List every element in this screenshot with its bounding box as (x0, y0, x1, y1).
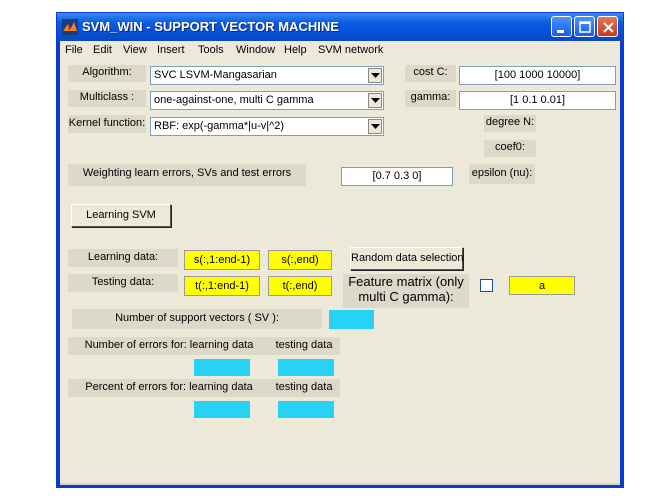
support-vectors-label: Number of support vectors ( SV ): (72, 309, 322, 329)
feature-matrix-input[interactable]: a (509, 276, 575, 295)
percent-errors-label: Percent of errors for: learning data (68, 379, 270, 397)
learning-data-label: Learning data: (68, 249, 178, 267)
chevron-down-icon[interactable] (368, 93, 382, 108)
degree-label: degree N: (484, 115, 536, 132)
testing-y-input[interactable]: t(:,end) (268, 276, 332, 296)
coef0-label: coef0: (484, 140, 536, 157)
cost-input[interactable]: [100 1000 10000] (459, 66, 616, 85)
learning-x-input[interactable]: s(:,1:end-1) (184, 250, 260, 270)
errors-testing-label: testing data (268, 337, 340, 355)
algorithm-value: SVC LSVM-Mangasarian (154, 69, 277, 81)
multiclass-label: Multiclass : (68, 90, 146, 107)
menu-tools[interactable]: Tools (198, 41, 224, 59)
chevron-down-icon[interactable] (368, 68, 382, 83)
percent-learning-value (194, 401, 250, 418)
matlab-logo-icon (62, 19, 78, 35)
kernel-select[interactable]: RBF: exp(-gamma*|u-v|^2) (150, 117, 384, 136)
errors-label: Number of errors for: learning data (68, 337, 270, 355)
window-title: SVM_WIN - SUPPORT VECTOR MACHINE (82, 19, 339, 34)
panel-bottom-edge (60, 483, 620, 485)
maximize-button[interactable] (574, 16, 595, 37)
multiclass-select[interactable]: one-against-one, multi C gamma (150, 91, 384, 110)
menu-view[interactable]: View (123, 41, 147, 59)
support-vectors-value (329, 310, 374, 329)
weighting-label: Weighting learn errors, SVs and test err… (68, 164, 306, 186)
menu-edit[interactable]: Edit (93, 41, 112, 59)
percent-testing-label: testing data (268, 379, 340, 397)
kernel-value: RBF: exp(-gamma*|u-v|^2) (154, 120, 285, 132)
learning-svm-button[interactable]: Learning SVM (71, 204, 171, 227)
random-data-selection-button[interactable]: Random data selection (350, 247, 464, 270)
errors-learning-value (194, 359, 250, 376)
weighting-input[interactable]: [0.7 0.3 0] (341, 167, 453, 186)
chevron-down-icon[interactable] (368, 119, 382, 134)
algorithm-select[interactable]: SVC LSVM-Mangasarian (150, 66, 384, 85)
menu-window[interactable]: Window (236, 41, 275, 59)
menu-svm-network[interactable]: SVM network (318, 41, 383, 59)
menu-help[interactable]: Help (284, 41, 307, 59)
kernel-label: Kernel function: (68, 115, 146, 133)
menu-insert[interactable]: Insert (157, 41, 185, 59)
percent-testing-value (278, 401, 334, 418)
minimize-button[interactable] (551, 16, 572, 37)
errors-testing-value (278, 359, 334, 376)
cost-label: cost C: (405, 65, 456, 82)
testing-x-input[interactable]: t(:,1:end-1) (184, 276, 260, 296)
epsilon-label: epsilon (nu): (469, 164, 535, 184)
testing-data-label: Testing data: (68, 274, 178, 292)
gamma-label: gamma: (405, 90, 456, 107)
algorithm-label: Algorithm: (68, 65, 146, 82)
learning-y-input[interactable]: s(:,end) (268, 250, 332, 270)
feature-matrix-label: Feature matrix (only multi C gamma): (343, 274, 469, 308)
menu-file[interactable]: File (65, 41, 83, 59)
close-button[interactable] (597, 16, 618, 37)
feature-matrix-checkbox[interactable] (480, 279, 493, 292)
multiclass-value: one-against-one, multi C gamma (154, 94, 314, 106)
gamma-input[interactable]: [1 0.1 0.01] (459, 91, 616, 110)
